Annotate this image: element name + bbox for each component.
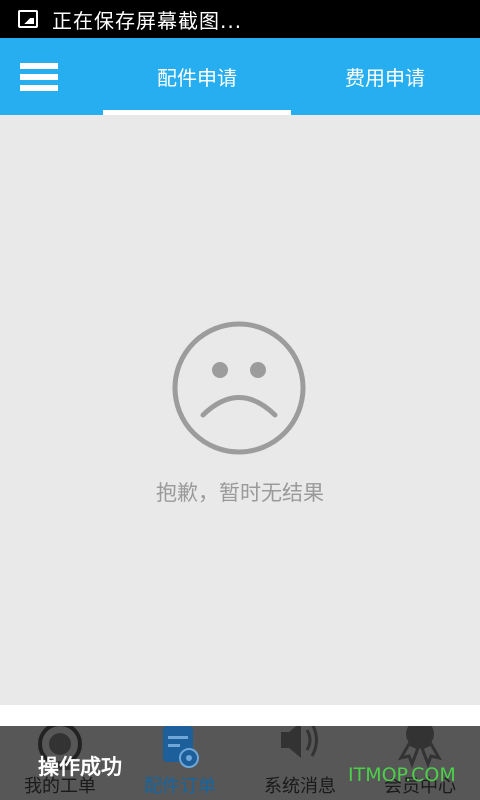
sad-face-icon [172, 321, 306, 455]
empty-state-message: 抱歉，暂时无结果 [156, 481, 324, 505]
tab-expense-request[interactable]: 费用申请 [291, 38, 479, 115]
speaker-icon [281, 726, 318, 758]
content-area: 抱歉，暂时无结果 [0, 115, 480, 705]
status-notification-text: 正在保存屏幕截图... [52, 8, 243, 33]
image-icon [18, 10, 38, 28]
tab-parts-request[interactable]: 配件申请 [103, 38, 291, 115]
menu-icon[interactable] [20, 63, 58, 91]
top-bar: 配件申请 费用申请 [0, 38, 480, 115]
nav-label: 配件订单 [144, 776, 216, 797]
nav-parts-orders[interactable]: 配件订单 [120, 726, 240, 800]
status-bar: 正在保存屏幕截图... [0, 0, 480, 38]
clipboard-gear-icon [163, 726, 199, 768]
toast-message: 操作成功 [38, 755, 122, 779]
watermark: ITMOP.COM [348, 764, 456, 786]
divider [0, 705, 480, 726]
tab-label: 配件申请 [157, 66, 237, 90]
nav-label: 系统消息 [264, 776, 336, 797]
tab-label: 费用申请 [345, 66, 425, 90]
nav-system-messages[interactable]: 系统消息 [240, 726, 360, 800]
nav-member-center[interactable]: 会员中心 [360, 726, 480, 800]
